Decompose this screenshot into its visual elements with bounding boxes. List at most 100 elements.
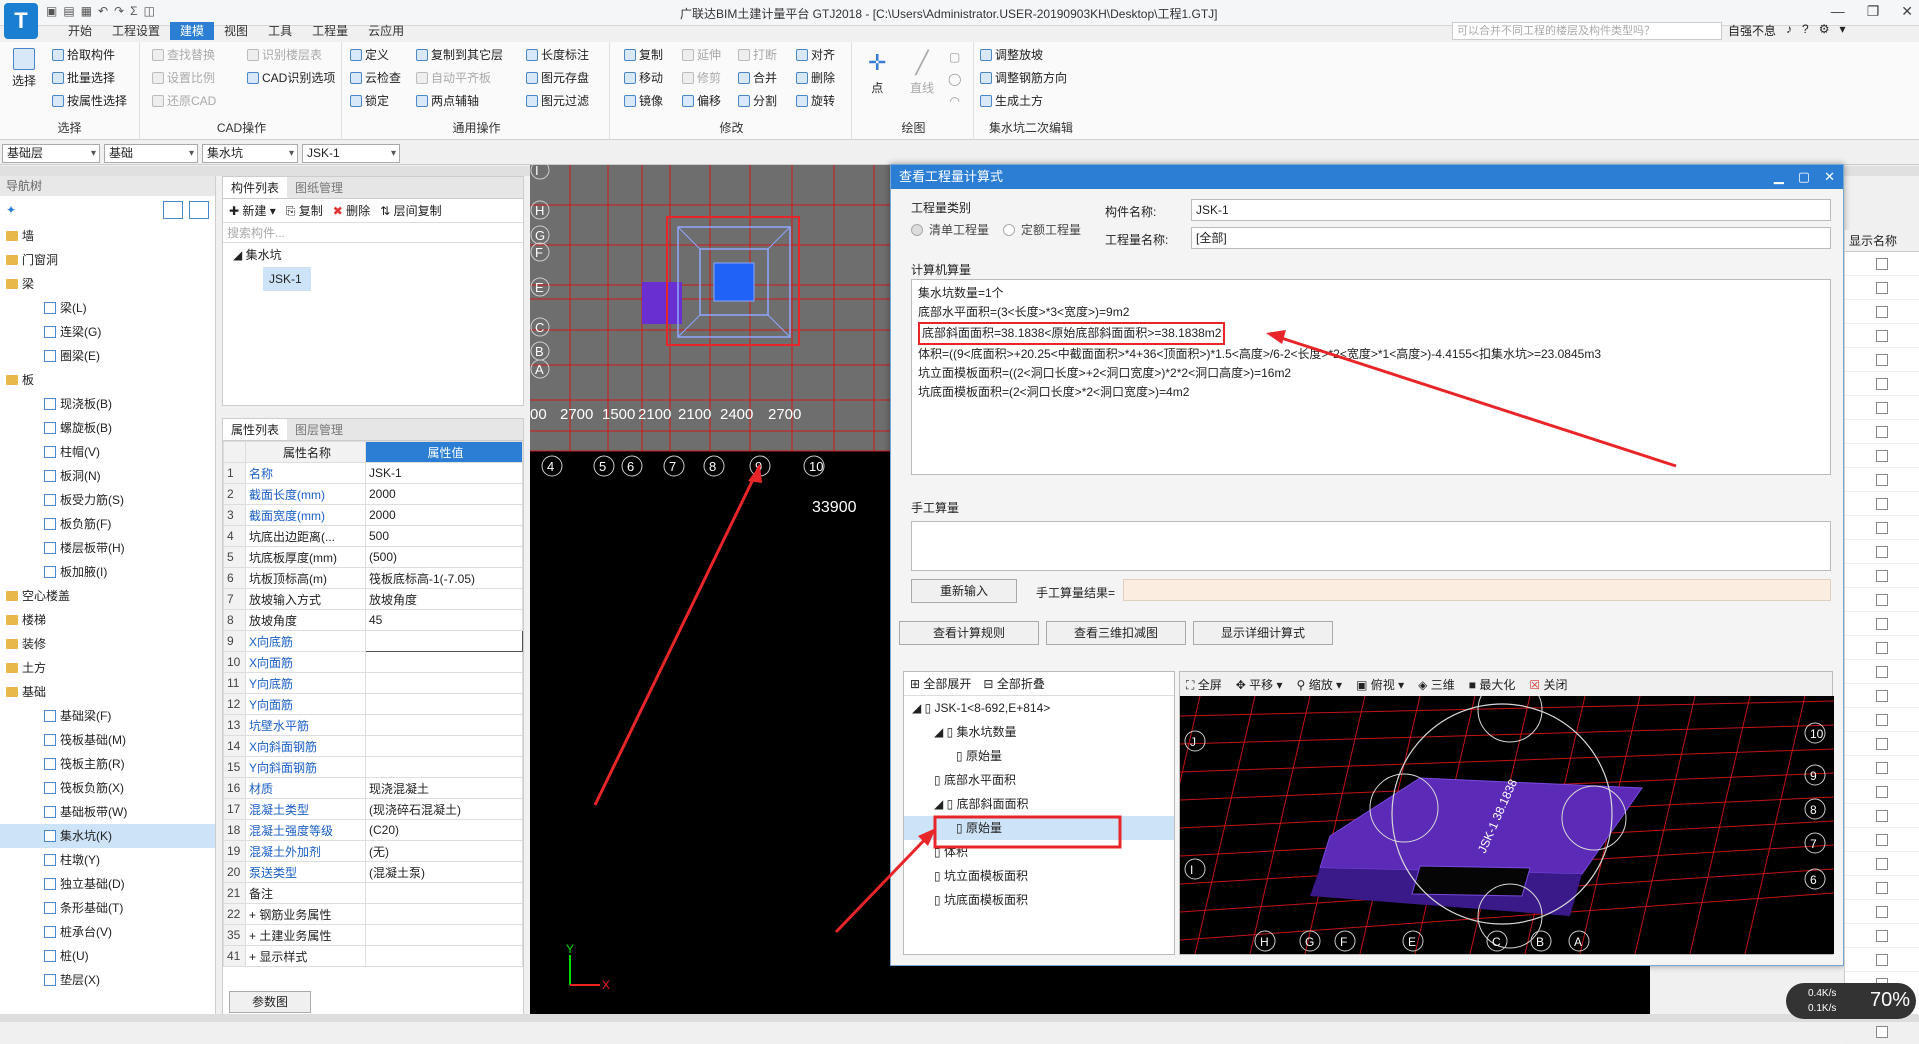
display-checkbox[interactable]	[1845, 756, 1919, 780]
property-row[interactable]: 18 混凝土强度等级 (C20)	[223, 819, 523, 841]
property-row[interactable]: 2 截面长度(mm) 2000	[223, 483, 523, 505]
display-checkbox[interactable]	[1845, 348, 1919, 372]
nav-item[interactable]: 基础梁(F)	[0, 704, 215, 728]
draw-tools[interactable]: ▢ ◯ ◠	[948, 50, 961, 108]
element-filter-button[interactable]: 图元过滤	[526, 92, 589, 109]
display-checkbox[interactable]	[1845, 276, 1919, 300]
view-calc-rules-button[interactable]: 查看计算规则	[899, 621, 1039, 645]
quantity-tree-item[interactable]: ▯ 体积	[904, 840, 1174, 864]
merge-button[interactable]: 合并	[738, 69, 777, 86]
list-qty-radio[interactable]: 清单工程量	[911, 221, 989, 238]
property-value[interactable]	[365, 924, 523, 946]
delete-component-button[interactable]: ✖ 删除	[333, 202, 370, 219]
display-checkbox[interactable]	[1845, 876, 1919, 900]
display-checkbox[interactable]	[1845, 636, 1919, 660]
property-value[interactable]: (500)	[365, 546, 523, 568]
display-checkbox[interactable]	[1845, 708, 1919, 732]
nav-item[interactable]: 螺旋板(B)	[0, 416, 215, 440]
property-row[interactable]: 41 + 显示样式	[223, 945, 523, 967]
nav-item[interactable]: 墙	[0, 224, 215, 248]
nav-item[interactable]: 集水坑(K)	[0, 824, 215, 848]
property-row[interactable]: 1 名称 JSK-1	[223, 462, 523, 484]
nav-item[interactable]: 现浇板(B)	[0, 392, 215, 416]
comp-name-select[interactable]: JSK-1	[1191, 199, 1831, 221]
display-checkbox[interactable]	[1845, 540, 1919, 564]
cloud-check-button[interactable]: 云检查	[350, 69, 401, 86]
dialog-minimize-icon[interactable]: ▁	[1774, 165, 1784, 189]
tab-drawing-management[interactable]: 图纸管理	[287, 177, 351, 198]
quantity-tree-item[interactable]: ▯ 原始量	[904, 816, 1174, 840]
layers-icon[interactable]: ◫	[144, 4, 155, 18]
property-value[interactable]	[365, 714, 523, 736]
maximize-view-button[interactable]: ■ 最大化	[1469, 676, 1516, 693]
nav-item[interactable]: 条形基础(T)	[0, 896, 215, 920]
save-icon-2[interactable]: ▤	[63, 4, 74, 18]
property-row[interactable]: 17 混凝土类型 (现浇碎石混凝土)	[223, 798, 523, 820]
nav-item[interactable]: 楼层板带(H)	[0, 536, 215, 560]
display-checkbox[interactable]	[1845, 396, 1919, 420]
tab-view[interactable]: 视图	[214, 22, 258, 40]
property-row[interactable]: 21 备注	[223, 882, 523, 904]
nav-item[interactable]: 独立基础(D)	[0, 872, 215, 896]
save-element-button[interactable]: 图元存盘	[526, 69, 589, 86]
nav-item[interactable]: 梁	[0, 272, 215, 296]
mirror-button[interactable]: 镜像	[624, 92, 663, 109]
set-scale-button[interactable]: 设置比例	[152, 69, 215, 86]
quantity-tree-item[interactable]: ▯ 原始量	[904, 744, 1174, 768]
user-name[interactable]: 自强不息	[1728, 22, 1776, 39]
display-checkbox[interactable]	[1845, 564, 1919, 588]
property-row[interactable]: 10 X向面筋	[223, 651, 523, 673]
nav-item[interactable]: 基础	[0, 680, 215, 704]
property-value[interactable]: 500	[365, 525, 523, 547]
manual-input[interactable]	[911, 521, 1831, 571]
undo-icon[interactable]: ↶	[98, 4, 108, 18]
tab-properties[interactable]: 属性列表	[223, 419, 288, 440]
quantity-tree-item[interactable]: ◢ ▯ JSK-1<8-692,E+814>	[904, 696, 1174, 720]
property-row[interactable]: 8 放坡角度 45	[223, 609, 523, 631]
restore-cad-button[interactable]: 还原CAD	[152, 92, 216, 109]
nav-item[interactable]: 板加腋(I)	[0, 560, 215, 584]
tab-modeling[interactable]: 建模	[170, 22, 215, 40]
formula-box[interactable]: 集水坑数量=1个 底部水平面积=(3<长度>*3<宽度>)=9m2 底部斜面面积…	[911, 279, 1831, 475]
copy-component-button[interactable]: ⎘ 复制	[286, 202, 323, 219]
params-diagram-button[interactable]: 参数图	[229, 991, 311, 1013]
nav-item[interactable]: 柱墩(Y)	[0, 848, 215, 872]
align-button[interactable]: 对齐	[796, 46, 835, 63]
window-controls[interactable]: — ❐ ✕	[1831, 3, 1913, 20]
property-row[interactable]: 9 X向底筋	[223, 630, 523, 652]
property-row[interactable]: 11 Y向底筋	[223, 672, 523, 694]
select-button[interactable]: 选择	[12, 48, 36, 89]
display-checkbox[interactable]	[1845, 324, 1919, 348]
property-value[interactable]	[365, 945, 523, 967]
3d-view-canvas[interactable]: JSK-1 38.1838 H G F E C B AJI109876	[1180, 696, 1834, 954]
find-replace-button[interactable]: 查找替换	[152, 46, 215, 63]
dialog-close-icon[interactable]: ✕	[1824, 165, 1835, 189]
property-value[interactable]: 2000	[365, 504, 523, 526]
property-row[interactable]: 22 + 钢筋业务属性	[223, 903, 523, 925]
property-value[interactable]	[365, 651, 523, 673]
display-checkbox[interactable]	[1845, 252, 1919, 276]
adjust-slope-button[interactable]: 调整放坡	[980, 46, 1043, 63]
length-dim-button[interactable]: 长度标注	[526, 46, 589, 63]
quantity-tree-item[interactable]: ◢ ▯ 底部斜面面积	[904, 792, 1174, 816]
property-value[interactable]: (现浇碎石混凝土)	[365, 798, 523, 820]
show-detailed-formula-button[interactable]: 显示详细计算式	[1193, 621, 1333, 645]
floor-select[interactable]: 基础层	[2, 144, 100, 163]
expand-all-button[interactable]: ⊞ 全部展开	[910, 675, 971, 692]
tab-layer-management[interactable]: 图层管理	[287, 419, 351, 440]
property-row[interactable]: 15 Y向斜面钢筋	[223, 756, 523, 778]
display-checkbox[interactable]	[1845, 372, 1919, 396]
delete-button[interactable]: 删除	[796, 69, 835, 86]
move-button[interactable]: 移动	[624, 69, 663, 86]
property-row[interactable]: 6 坑板顶标高(m) 筏板底标高-1(-7.05)	[223, 567, 523, 589]
tab-project-settings[interactable]: 工程设置	[102, 22, 170, 40]
fullscreen-button[interactable]: ⛶ 全屏	[1186, 676, 1222, 693]
point-button[interactable]: ✛ 点	[868, 50, 886, 96]
property-row[interactable]: 19 混凝土外加剂 (无)	[223, 840, 523, 862]
display-checkbox[interactable]	[1845, 588, 1919, 612]
settings-icon[interactable]: ⚙	[1819, 22, 1830, 39]
display-checkbox[interactable]	[1845, 1020, 1919, 1044]
display-checkbox[interactable]	[1845, 300, 1919, 324]
pin-icon[interactable]: ✦	[6, 203, 16, 217]
close-icon[interactable]: ✕	[1901, 3, 1913, 20]
